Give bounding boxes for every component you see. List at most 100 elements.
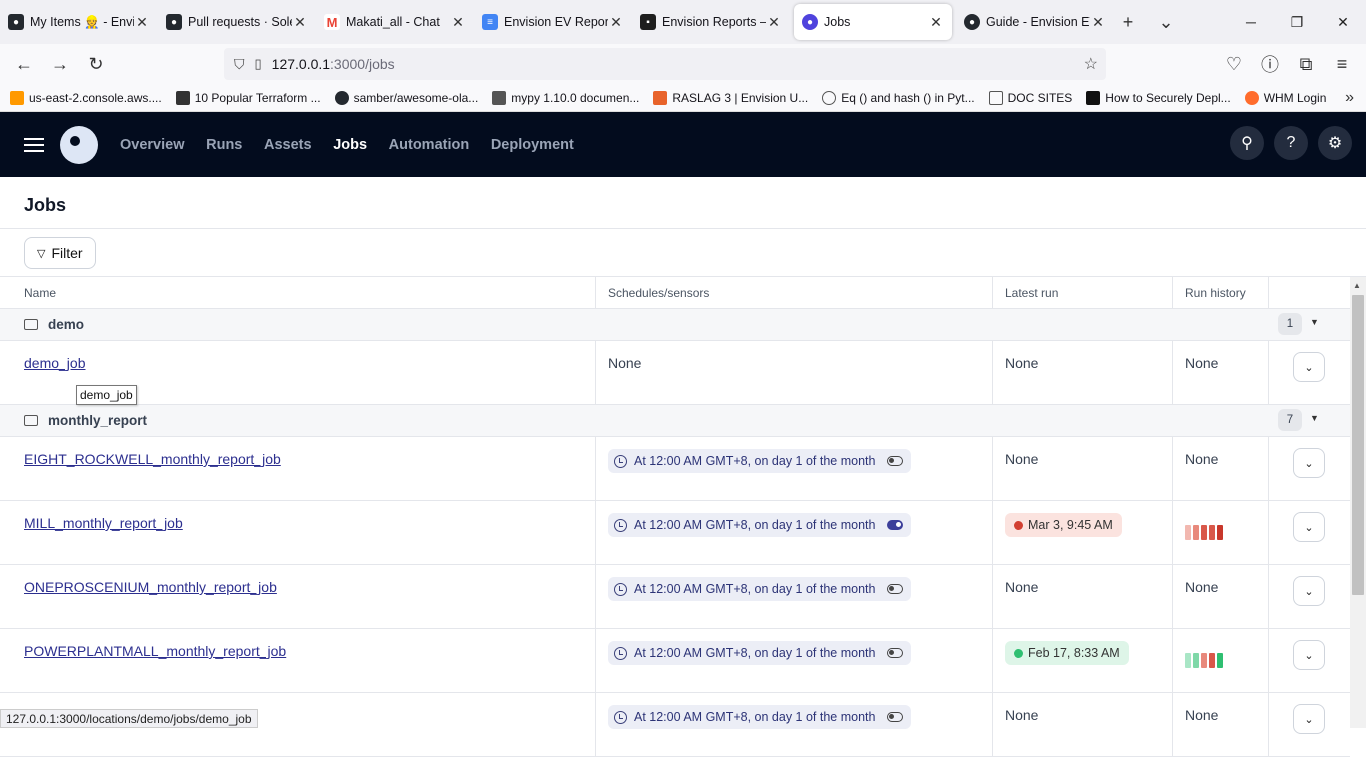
- chevron-down-icon: ⌄: [1304, 457, 1314, 470]
- run-history-bar[interactable]: [1193, 653, 1199, 668]
- job-link[interactable]: demo_job: [24, 355, 86, 371]
- browser-tab-2[interactable]: ● Pull requests · Soler ✕: [158, 4, 316, 40]
- forward-icon[interactable]: →: [42, 46, 78, 82]
- extensions-icon[interactable]: ⧉: [1288, 46, 1324, 82]
- browser-tab-3[interactable]: M Makati_all - Chat ✕: [316, 4, 474, 40]
- group-row-monthly-report[interactable]: monthly_report 7 ▼: [0, 405, 1350, 437]
- bookmark-item[interactable]: samber/awesome-ola...: [334, 90, 478, 105]
- bookmark-star-icon[interactable]: ☆: [1084, 54, 1098, 74]
- run-history-bar[interactable]: [1209, 525, 1215, 540]
- schedule-tag[interactable]: At 12:00 AM GMT+8, on day 1 of the month: [608, 705, 912, 729]
- search-icon[interactable]: ⚲: [1230, 126, 1264, 160]
- filter-button[interactable]: ▽ Filter: [24, 237, 96, 269]
- browser-tab-1[interactable]: ● My Items 👷 - Envis ✕: [0, 4, 158, 40]
- bookmark-item[interactable]: 10 Popular Terraform ...: [175, 90, 321, 105]
- info-icon[interactable]: ⓘ: [1252, 46, 1288, 82]
- latest-run-badge[interactable]: Feb 17, 8:33 AM: [1005, 641, 1129, 665]
- job-link[interactable]: MILL_monthly_report_job: [24, 515, 183, 531]
- schedule-tag[interactable]: At 12:00 AM GMT+8, on day 1 of the month: [608, 513, 912, 537]
- schedule-tag[interactable]: At 12:00 AM GMT+8, on day 1 of the month: [608, 577, 912, 601]
- job-actions-dropdown[interactable]: ⌄: [1293, 704, 1325, 734]
- close-tab-icon[interactable]: ✕: [608, 14, 624, 31]
- bookmark-item[interactable]: How to Securely Depl...: [1086, 90, 1231, 105]
- job-actions-dropdown[interactable]: ⌄: [1293, 512, 1325, 542]
- schedule-toggle[interactable]: [887, 712, 904, 722]
- job-actions-dropdown[interactable]: ⌄: [1293, 640, 1325, 670]
- close-window-icon[interactable]: ✕: [1320, 0, 1366, 44]
- job-link[interactable]: ONEPROSCENIUM_monthly_report_job: [24, 579, 277, 595]
- chevron-down-icon[interactable]: ▼: [1310, 317, 1319, 327]
- job-actions-dropdown[interactable]: ⌄: [1293, 352, 1325, 382]
- github-icon: ●: [166, 14, 182, 30]
- job-actions-dropdown[interactable]: ⌄: [1293, 576, 1325, 606]
- reload-icon[interactable]: ↻: [78, 46, 114, 82]
- run-history-bar[interactable]: [1201, 525, 1207, 540]
- job-actions-dropdown[interactable]: ⌄: [1293, 448, 1325, 478]
- url-host: 127.0.0.1: [271, 56, 331, 72]
- menu-icon[interactable]: ≡: [1324, 46, 1360, 82]
- nav-runs[interactable]: Runs: [206, 137, 242, 153]
- job-link[interactable]: EIGHT_ROCKWELL_monthly_report_job: [24, 451, 281, 467]
- scrollbar-thumb[interactable]: [1352, 295, 1364, 595]
- schedule-toggle[interactable]: [887, 520, 904, 530]
- tab-list-button[interactable]: ⌄: [1152, 8, 1180, 36]
- run-history-bar[interactable]: [1185, 653, 1191, 668]
- scrollbar[interactable]: ▲: [1350, 277, 1366, 728]
- group-row-demo[interactable]: demo 1 ▼: [0, 309, 1350, 341]
- schedule-toggle[interactable]: [887, 456, 904, 466]
- bookmark-item[interactable]: Eq () and hash () in Pyt...: [822, 90, 975, 105]
- chevron-down-icon[interactable]: ▼: [1310, 413, 1319, 423]
- close-tab-icon[interactable]: ✕: [134, 14, 150, 31]
- minimize-icon[interactable]: ─: [1228, 0, 1274, 44]
- chevron-down-icon: ⌄: [1304, 649, 1314, 662]
- dagster-logo[interactable]: [60, 125, 98, 164]
- shield-icon[interactable]: ⛉: [234, 56, 245, 73]
- hamburger-menu-icon[interactable]: [24, 134, 44, 156]
- page-icon[interactable]: ▯: [255, 56, 262, 72]
- bookmark-item[interactable]: WHM Login: [1244, 90, 1326, 105]
- nav-jobs[interactable]: Jobs: [333, 137, 367, 153]
- nav-deployment[interactable]: Deployment: [491, 137, 574, 153]
- help-icon[interactable]: ?: [1274, 126, 1308, 160]
- folder-icon: [24, 319, 38, 330]
- back-icon[interactable]: ←: [6, 46, 42, 82]
- more-bookmarks-icon[interactable]: »: [1345, 89, 1354, 107]
- close-tab-icon[interactable]: ✕: [450, 14, 466, 31]
- scroll-up-icon[interactable]: ▲: [1353, 281, 1361, 290]
- close-tab-icon[interactable]: ✕: [928, 14, 944, 31]
- browser-tab-active[interactable]: ● Jobs ✕: [794, 4, 952, 40]
- cpanel-icon: [1244, 90, 1259, 105]
- browser-tab-5[interactable]: ▪ Envision Reports – ✕: [632, 4, 790, 40]
- bookmark-item[interactable]: RASLAG 3 | Envision U...: [653, 90, 808, 105]
- close-tab-icon[interactable]: ✕: [766, 14, 782, 31]
- clock-icon: [614, 454, 627, 468]
- schedule-tag[interactable]: At 12:00 AM GMT+8, on day 1 of the month: [608, 449, 912, 473]
- close-tab-icon[interactable]: ✕: [1090, 14, 1106, 31]
- nav-assets[interactable]: Assets: [264, 137, 312, 153]
- run-history-bar[interactable]: [1185, 525, 1191, 540]
- bookmark-item[interactable]: us-east-2.console.aws....: [10, 90, 162, 105]
- browser-tab-4[interactable]: ≡ Envision EV Report ✕: [474, 4, 632, 40]
- group-count-badge: 1: [1278, 313, 1302, 335]
- run-history-bar[interactable]: [1217, 525, 1223, 540]
- schedule-toggle[interactable]: [887, 648, 904, 658]
- new-tab-button[interactable]: +: [1114, 8, 1142, 36]
- nav-overview[interactable]: Overview: [120, 137, 185, 153]
- run-history-bar[interactable]: [1209, 653, 1215, 668]
- nav-automation[interactable]: Automation: [389, 137, 470, 153]
- run-history-bar[interactable]: [1201, 653, 1207, 668]
- url-bar[interactable]: ⛉ ▯ 127.0.0.1:3000/jobs ☆: [224, 48, 1106, 80]
- maximize-icon[interactable]: ❐: [1274, 0, 1320, 44]
- job-link[interactable]: POWERPLANTMALL_monthly_report_job: [24, 643, 286, 659]
- browser-tab-7[interactable]: ● Guide - Envision EV ✕: [956, 4, 1114, 40]
- run-history-bar[interactable]: [1193, 525, 1199, 540]
- bookmark-item[interactable]: mypy 1.10.0 documen...: [492, 90, 639, 105]
- schedule-toggle[interactable]: [887, 584, 904, 594]
- close-tab-icon[interactable]: ✕: [292, 14, 308, 31]
- pocket-icon[interactable]: ♡: [1216, 46, 1252, 82]
- run-history-bar[interactable]: [1217, 653, 1223, 668]
- bookmark-folder[interactable]: DOC SITES: [988, 90, 1072, 105]
- latest-run-badge[interactable]: Mar 3, 9:45 AM: [1005, 513, 1122, 537]
- settings-gear-icon[interactable]: ⚙: [1318, 126, 1352, 160]
- schedule-tag[interactable]: At 12:00 AM GMT+8, on day 1 of the month: [608, 641, 912, 665]
